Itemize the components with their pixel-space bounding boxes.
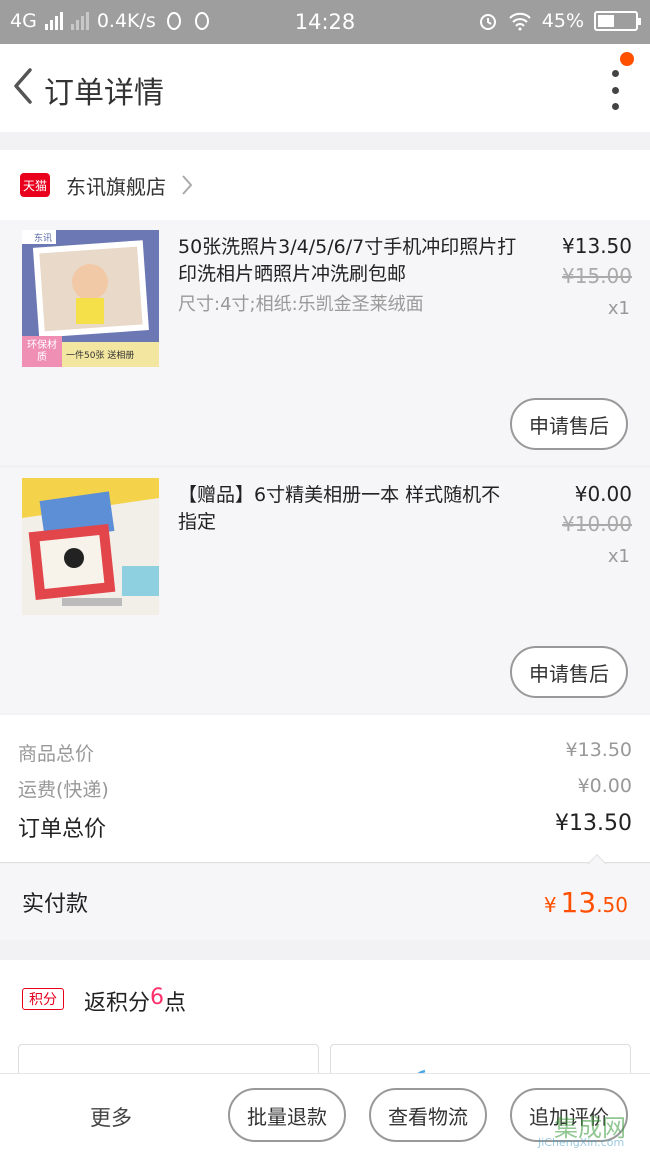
page-title: 订单详情 (44, 76, 164, 111)
product-title: 【赠品】6寸精美相册一本 样式随机不指定 (178, 484, 501, 533)
order-item[interactable]: 【赠品】6寸精美相册一本 样式随机不指定 ¥0.00 ¥10.00 x1 申请售… (0, 468, 650, 713)
thumb-tag: 环保材质 (27, 340, 57, 363)
battery-level (598, 15, 614, 27)
status-bar: 4G 0.4K/s 14:28 45% (0, 0, 650, 44)
more-options-icon[interactable] (610, 70, 620, 110)
product-quantity: x1 (607, 546, 630, 567)
actual-payment-label: 实付款 (22, 892, 89, 917)
battery-icon (594, 11, 641, 31)
view-logistics-button[interactable]: 查看物流 (369, 1088, 487, 1142)
battery-percent: 45% (541, 10, 584, 32)
points-text: 返积分 6 点 (84, 985, 186, 1017)
thumb-caption: 一件50张 送相册 (66, 351, 135, 361)
product-title: 50张洗照片3/4/5/6/7寸手机冲印照片打印洗相片晒照片冲洗刷包邮 (178, 236, 517, 285)
points-badge: 积分 (22, 988, 64, 1010)
back-arrow-icon[interactable] (10, 66, 36, 106)
product-original-price: ¥15.00 (562, 264, 632, 288)
amount-integer: 13 (560, 885, 597, 919)
product-price: ¥13.50 (562, 234, 632, 258)
product-image (22, 478, 159, 615)
shipping-label: 运费(快递) (18, 779, 109, 801)
shipping-row: 运费(快递) ¥0.00 (18, 775, 632, 802)
more-button[interactable]: 更多 (90, 1102, 132, 1132)
after-sale-button[interactable]: 申请售后 (510, 398, 628, 450)
points-text-before: 返积分 (84, 991, 151, 1016)
status-right: 45% (478, 10, 641, 32)
thumb-brand: 东讯 (34, 234, 53, 244)
points-value: 6 (150, 985, 165, 1010)
shop-name: 东讯旗舰店 (66, 174, 166, 199)
currency-symbol: ¥ (543, 892, 557, 917)
watermark-sub: JiChengXin.com (538, 1136, 625, 1149)
product-price: ¥0.00 (574, 482, 632, 506)
goods-total-value: ¥13.50 (565, 739, 632, 761)
goods-total-row: 商品总价 ¥13.50 (18, 739, 632, 766)
product-quantity: x1 (607, 298, 630, 319)
shipping-value: ¥0.00 (577, 775, 632, 797)
order-total-row: 订单总价 ¥13.50 (18, 811, 632, 843)
product-sku: 尺寸:4寸;相纸:乐凯金圣莱绒面 (178, 294, 424, 315)
order-total-value: ¥13.50 (555, 811, 632, 836)
product-original-price: ¥10.00 (562, 512, 632, 536)
tmall-badge: 天猫 (20, 173, 50, 197)
actual-payment-row: 实付款 ¥ 13 .50 (0, 864, 650, 940)
divider (0, 862, 650, 863)
shop-row[interactable]: 天猫 东讯旗舰店 (0, 150, 650, 220)
order-item[interactable]: 东讯 环保材质 一件50张 送相册 50张洗照片3/4/5/6/7寸手机冲印照片… (0, 220, 650, 465)
notification-dot (620, 52, 634, 66)
nav-bar: 订单详情 (0, 44, 650, 132)
points-text-after: 点 (164, 991, 187, 1016)
chevron-right-icon (182, 175, 193, 195)
amount-decimal: .50 (596, 892, 628, 917)
price-summary: 商品总价 ¥13.50 运费(快递) ¥0.00 订单总价 ¥13.50 (0, 715, 650, 874)
product-image: 东讯 环保材质 一件50张 送相册 (22, 230, 159, 367)
after-sale-button[interactable]: 申请售后 (510, 646, 628, 698)
watermark: 集成网 JiChengXin.com (524, 1108, 644, 1152)
goods-total-label: 商品总价 (18, 743, 95, 765)
actual-payment-amount: ¥ 13 .50 (544, 886, 628, 919)
order-total-label: 订单总价 (18, 817, 107, 842)
alarm-icon (479, 14, 496, 30)
wifi-icon (509, 12, 531, 31)
batch-refund-button[interactable]: 批量退款 (228, 1088, 346, 1142)
